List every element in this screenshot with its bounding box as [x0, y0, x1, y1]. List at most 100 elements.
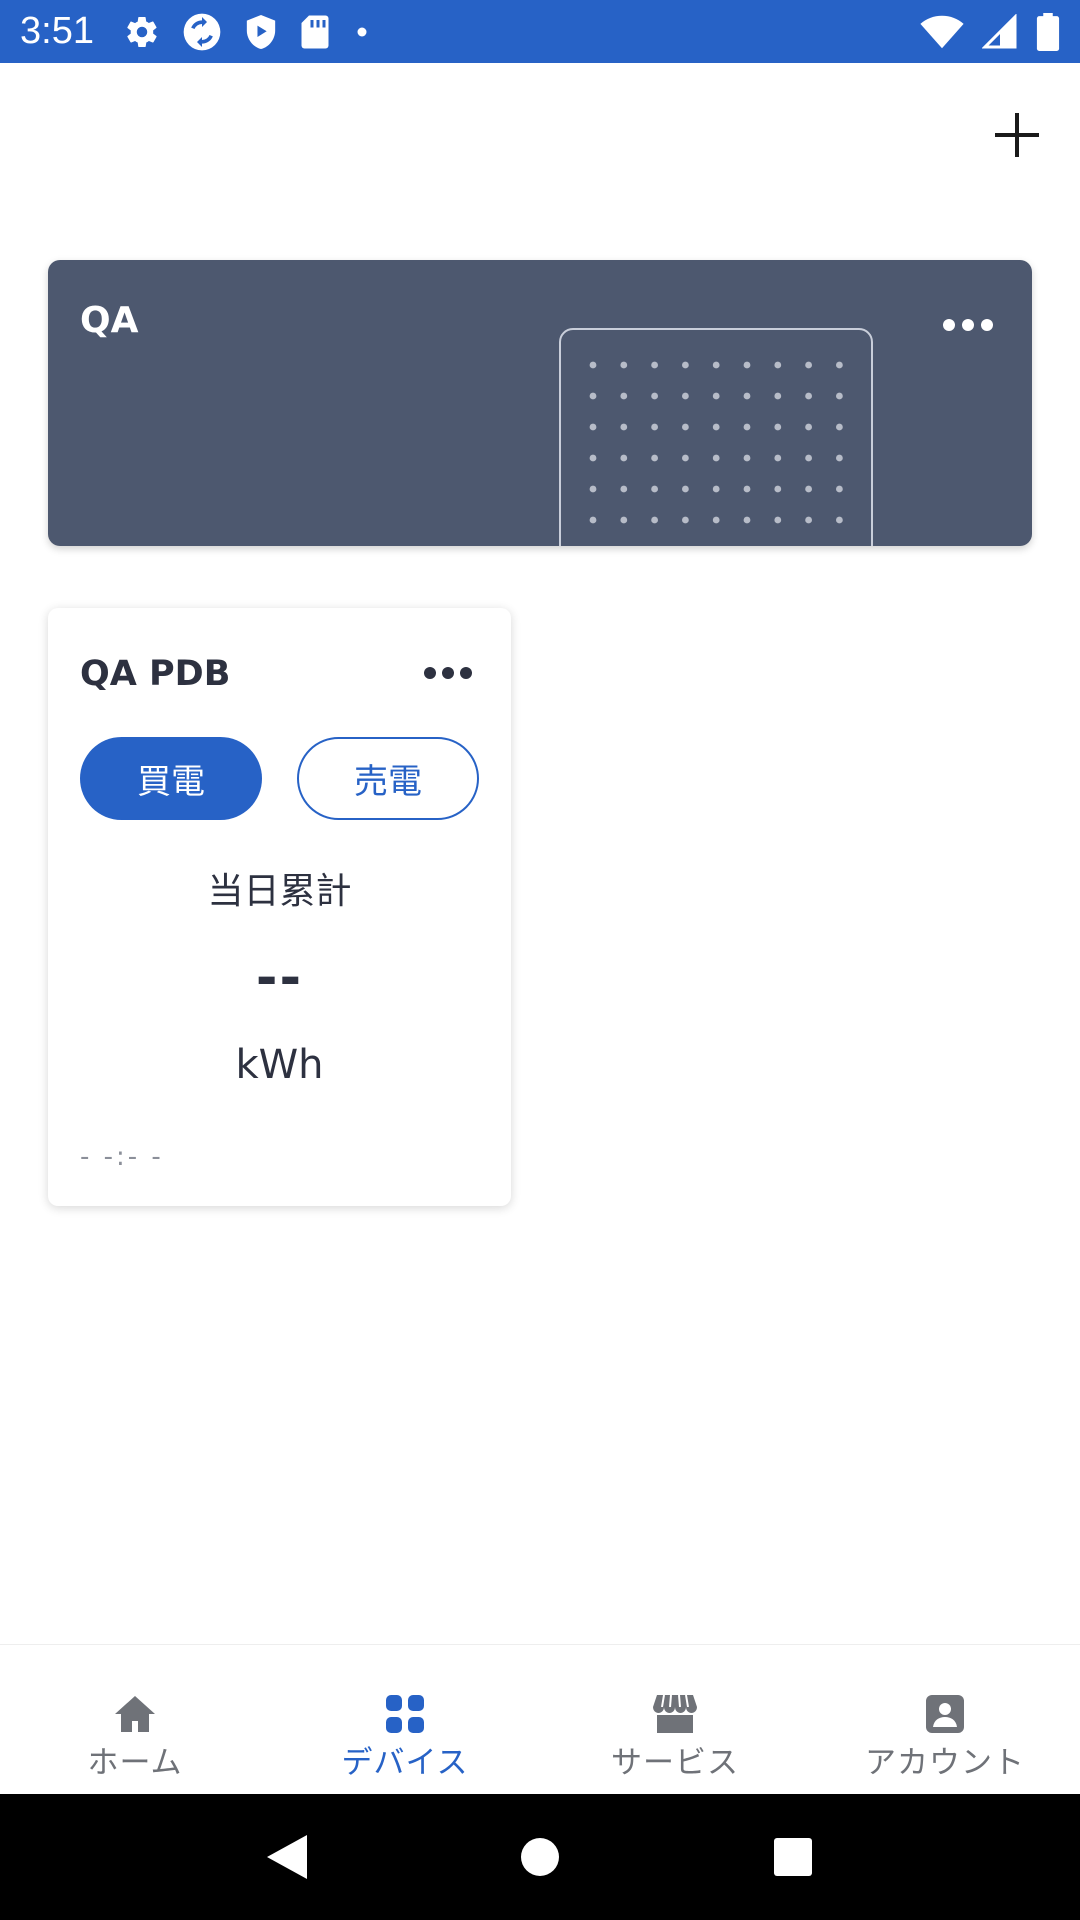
dot-grid-pattern [589, 361, 843, 524]
grid-dot [836, 361, 843, 369]
grid-dot [620, 361, 628, 369]
grid-dot [836, 454, 843, 462]
nav-label-services: サービス [611, 1745, 739, 1781]
grid-dot [774, 423, 782, 431]
grid-dot [589, 392, 597, 400]
grid-dot [774, 361, 782, 369]
home-button[interactable] [495, 1812, 585, 1902]
account-icon [923, 1693, 967, 1735]
grid-dot [805, 454, 812, 462]
grid-dot [774, 485, 782, 493]
sell-toggle-button[interactable]: 売電 [297, 737, 479, 820]
grid-dot [836, 423, 843, 431]
grid-dot [743, 516, 751, 524]
system-nav-bar [0, 1794, 1080, 1920]
grid-dot [774, 516, 782, 524]
group-more-button[interactable] [928, 300, 1008, 350]
nav-label-devices: デバイス [341, 1745, 469, 1781]
nav-label-account: アカウント [865, 1745, 1025, 1781]
grid-dot [651, 392, 658, 400]
grid-dot [651, 485, 658, 493]
grid-dot [712, 392, 720, 400]
nav-item-devices[interactable]: デバイス [270, 1645, 540, 1794]
grid-dot [620, 485, 628, 493]
dot-icon [357, 27, 367, 36]
sd-card-icon [301, 15, 329, 48]
grid-dot [743, 361, 751, 369]
signal-icon [982, 13, 1017, 48]
grid-dot [682, 485, 689, 493]
grid-dot [805, 423, 812, 431]
grid-dot [805, 485, 812, 493]
device-card[interactable]: QA PDB 買電 売電 当日累計 -- kWh - -:- - [48, 608, 511, 1206]
buy-toggle-button[interactable]: 買電 [80, 737, 262, 820]
grid-dot [743, 454, 751, 462]
device-title: QA PDB [80, 654, 231, 694]
grid-dot [620, 392, 628, 400]
settings-icon [127, 16, 157, 47]
grid-dot [589, 454, 597, 462]
grid-dot [620, 423, 628, 431]
group-title: QA [80, 300, 139, 341]
grid-dot [836, 392, 843, 400]
grid-dot [682, 516, 689, 524]
grid-dot [712, 454, 720, 462]
more-horizontal-icon [943, 319, 993, 331]
bottom-nav: ホーム デバイス サービス アカウント [0, 1644, 1080, 1794]
shield-play-icon [246, 14, 276, 49]
status-bar: 3:51 [0, 0, 1080, 63]
energy-unit: kWh [235, 1042, 324, 1088]
status-icons-right [920, 12, 1060, 51]
grid-dot [836, 485, 843, 493]
grid-dot [743, 392, 751, 400]
grid-dot [712, 423, 720, 431]
grid-dot [651, 423, 658, 431]
back-icon [266, 1835, 307, 1879]
grid-dot [805, 361, 812, 369]
status-icons-left [124, 12, 372, 52]
grid-dot [712, 516, 720, 524]
grid-dot [805, 392, 812, 400]
grid-dot [651, 454, 658, 462]
grid-dot [836, 516, 843, 524]
grid-dot [589, 361, 597, 369]
updated-time: - -:- - [80, 1142, 164, 1172]
grid-dot [682, 361, 689, 369]
nav-item-home[interactable]: ホーム [0, 1645, 270, 1794]
grid-dot [589, 485, 597, 493]
recents-icon [774, 1838, 813, 1876]
energy-value: -- [255, 948, 304, 1008]
grid-dot [620, 516, 628, 524]
daily-total-label: 当日累計 [207, 871, 352, 912]
back-button[interactable] [242, 1812, 332, 1902]
plus-icon [995, 113, 1039, 157]
add-button[interactable] [986, 104, 1048, 166]
grid-dot [651, 361, 658, 369]
device-more-button[interactable] [408, 648, 488, 698]
wifi-icon [920, 15, 964, 48]
grid-dot [651, 516, 658, 524]
status-time: 3:51 [20, 10, 94, 52]
store-icon [653, 1693, 697, 1735]
grid-dot [712, 485, 720, 493]
grid-dot [682, 423, 689, 431]
home-circle-icon [520, 1838, 559, 1876]
group-card[interactable]: QA [48, 260, 1032, 546]
grid-dot [743, 423, 751, 431]
grid-dot [805, 516, 812, 524]
sync-icon [183, 13, 221, 50]
grid-dot [774, 454, 782, 462]
grid-dot [589, 516, 597, 524]
grid-dot [682, 454, 689, 462]
nav-item-account[interactable]: アカウント [810, 1645, 1080, 1794]
grid-dot [682, 392, 689, 400]
recents-button[interactable] [748, 1812, 838, 1902]
grid-dot [620, 454, 628, 462]
devices-grid-icon [383, 1693, 427, 1735]
panel-illustration [559, 328, 873, 546]
battery-icon [1036, 12, 1060, 51]
nav-label-home: ホーム [87, 1745, 183, 1781]
nav-item-services[interactable]: サービス [540, 1645, 810, 1794]
grid-dot [743, 485, 751, 493]
more-horizontal-icon [424, 667, 472, 679]
